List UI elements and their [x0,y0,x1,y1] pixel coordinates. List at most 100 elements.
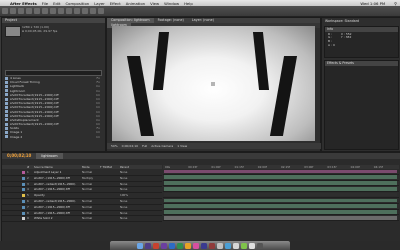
dock-app-icon[interactable] [249,242,255,249]
dock-app-icon[interactable] [209,242,215,249]
tab-lightroom-timeline[interactable]: lightroom [36,153,63,159]
layer-duration-bar[interactable] [164,175,397,179]
layer-color-swatch[interactable] [22,199,25,203]
spotlight-icon[interactable]: ⚲ [394,1,397,6]
dock-app-icon[interactable] [201,242,207,249]
tab-project[interactable]: Project [2,18,105,23]
layer-duration-bar[interactable] [164,215,397,220]
layer-mode-dropdown[interactable]: Normal [82,170,92,175]
layer-name[interactable]: shot07...radient(1915~2000).tiff [34,182,76,187]
dock-app-icon[interactable] [145,242,151,249]
menu-edit[interactable]: Edit [53,1,60,6]
layer-parent-dropdown[interactable]: None [120,199,127,204]
list-item[interactable]: Image 2 Im [5,135,103,139]
dock-app-icon[interactable] [193,242,199,249]
puppet-tool-icon[interactable] [98,8,104,14]
dock-app-icon[interactable] [137,242,143,249]
hand-tool-icon[interactable] [10,8,16,14]
layer-name[interactable]: shot07...(1915~2000).tiff [34,176,76,181]
tab-layer[interactable]: Layer: (none) [188,18,218,23]
menu-view[interactable]: View [150,1,159,6]
layer-duration-bar[interactable] [164,192,397,197]
menu-layer[interactable]: Layer [94,1,105,6]
text-tool-icon[interactable] [66,8,72,14]
dock-app-icon[interactable] [161,242,167,249]
layer-duration-bar[interactable] [164,181,397,185]
layer-parent-dropdown[interactable]: None [120,170,127,175]
dock-app-icon[interactable] [233,242,239,249]
layer-mode-dropdown[interactable]: Normal [82,211,92,216]
eraser-tool-icon[interactable] [90,8,96,14]
menu-animation[interactable]: Animation [126,1,145,6]
layer-name[interactable]: Opacity [34,193,76,198]
layer-color-swatch[interactable] [22,188,25,192]
layer-mode-dropdown[interactable]: Normal [82,199,92,204]
dock-app-icon[interactable] [217,242,223,249]
layer-parent-dropdown[interactable]: None [120,216,127,221]
zoom-dropdown[interactable]: 50% [111,144,118,148]
menu-window[interactable]: Window [164,1,179,6]
layer-duration-bar[interactable] [164,186,397,191]
stamp-tool-icon[interactable] [82,8,88,14]
layer-row[interactable]: 9 White Solid 2 Normal None [2,216,162,223]
layer-mode-dropdown[interactable]: Multiply [82,176,93,181]
layer-name[interactable]: shot07...radient(1915~2000).tiff [34,199,76,204]
dock-app-icon[interactable] [177,242,183,249]
layer-parent-dropdown[interactable]: None [120,182,127,187]
layer-parent-dropdown[interactable]: None [120,187,127,192]
workspace-switcher[interactable]: Workspace: Standard [322,18,400,24]
brush-tool-icon[interactable] [74,8,80,14]
timeline-tracks[interactable]: 00s 00:15f 01:00f 01:15f 02:00f 02:15f 03:00f 0… [163,165,399,222]
layer-duration-bar[interactable] [164,198,397,203]
menu-effect[interactable]: Effect [110,1,121,6]
dock-app-icon[interactable] [241,242,247,249]
layer-mode-dropdown[interactable]: Normal [82,216,92,221]
layer-color-swatch[interactable] [22,182,25,186]
layer-color-swatch[interactable] [22,194,25,198]
layer-color-swatch[interactable] [22,217,25,221]
layer-color-swatch[interactable] [22,176,25,180]
resolution-dropdown[interactable]: Full [142,144,147,148]
menu-composition[interactable]: Composition [65,1,89,6]
current-time[interactable]: 0;00;02;10 [122,144,138,148]
mask-tool-icon[interactable] [50,8,56,14]
menu-file[interactable]: File [42,1,48,6]
rotation-tool-icon[interactable] [26,8,32,14]
tab-footage[interactable]: Footage: (none) [154,18,188,23]
pen-tool-icon[interactable] [58,8,64,14]
layer-track[interactable] [163,215,399,222]
layer-mode-dropdown[interactable]: Normal [82,205,92,210]
layer-duration-bar[interactable] [164,204,397,208]
dock-app-icon[interactable] [185,242,191,249]
layer-name[interactable]: shot07...(1915~2000).tiff [34,211,76,216]
layer-name[interactable]: shot07...(1915~2000).tiff [34,187,76,192]
layer-color-swatch[interactable] [22,205,25,209]
layer-duration-bar[interactable] [164,169,397,174]
composition-viewer[interactable] [112,26,315,141]
dock-app-icon[interactable] [169,242,175,249]
layer-parent-dropdown[interactable]: 100% [120,193,128,198]
layer-mode-dropdown[interactable]: Normal [82,187,92,192]
layer-name[interactable]: White Solid 2 [34,216,76,221]
layer-mode-dropdown[interactable]: Normal [82,182,92,187]
dock-app-icon[interactable] [153,242,159,249]
menu-after-effects[interactable]: After Effects [10,1,37,6]
layer-color-swatch[interactable] [22,211,25,215]
layer-parent-dropdown[interactable]: None [120,205,127,210]
dock-app-icon[interactable] [257,242,263,249]
layer-color-swatch[interactable] [22,171,25,174]
zoom-tool-icon[interactable] [18,8,24,14]
layer-duration-bar[interactable] [164,210,397,214]
pan-behind-tool-icon[interactable] [42,8,48,14]
timeline-timecode[interactable]: 0;00;02;10 [2,153,36,159]
camera-dropdown[interactable]: Active Camera [151,144,173,148]
views-dropdown[interactable]: 1 View [177,144,187,148]
layer-parent-dropdown[interactable]: None [120,211,127,216]
layer-parent-dropdown[interactable]: None [120,176,127,181]
dock-app-icon[interactable] [225,242,231,249]
menu-help[interactable]: Help [184,1,193,6]
layer-name[interactable]: shot07...(1915~2000).tiff [34,205,76,210]
selection-tool-icon[interactable] [2,8,8,14]
tab-effects-presets[interactable]: Effects & Presets [325,61,398,66]
camera-tool-icon[interactable] [34,8,40,14]
